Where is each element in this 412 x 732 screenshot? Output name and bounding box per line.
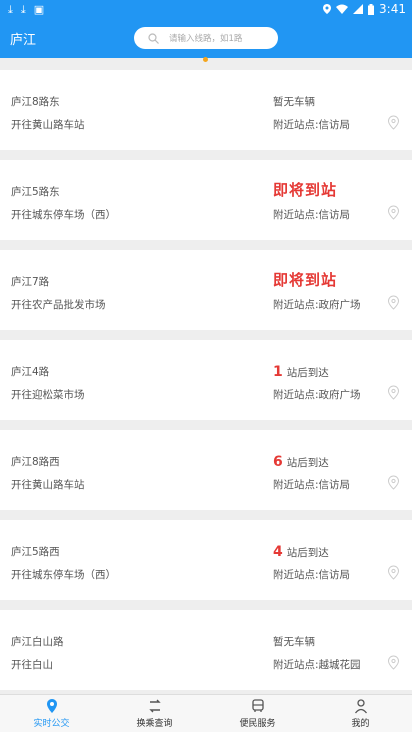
list-item[interactable]: 庐江5路东 开往城东停车场（西） 即将到站 附近站点:信访局 <box>0 160 412 240</box>
tab-realtime-bus[interactable]: 实时公交 <box>0 695 103 732</box>
destination: 开往黄山路车站 <box>11 479 85 491</box>
tab-label: 换乘查询 <box>136 719 173 729</box>
list-item[interactable]: 庐江8路西 开往黄山路车站 6 站后到达 附近站点:信访局 <box>0 430 412 510</box>
wifi-icon <box>336 4 349 14</box>
nearby-station: 附近站点:信访局 <box>273 479 351 491</box>
location-pin-icon[interactable] <box>387 565 400 580</box>
list-item[interactable]: 庐江4路 开往迎松菜市场 1 站后到达 附近站点:政府广场 <box>0 340 412 420</box>
route-name: 庐江5路西 <box>11 546 60 558</box>
download-icon: ⤓ <box>20 2 26 16</box>
arrival-status: 即将到站 <box>273 181 338 199</box>
stops-away-count: 4 <box>273 544 283 560</box>
tab-label: 便民服务 <box>239 719 276 729</box>
stops-away-label: 站后到达 <box>286 547 329 559</box>
search-input[interactable]: 请输入线路，如1路 <box>134 27 278 49</box>
signal-icon <box>353 4 364 14</box>
destination: 开往城东停车场（西） <box>11 209 116 221</box>
arrival-status: 6 站后到达 <box>273 454 329 470</box>
tab-label: 实时公交 <box>33 719 70 729</box>
location-pin-icon[interactable] <box>387 295 400 310</box>
notification-icons: ⤓ ⤓ ▣ <box>8 4 44 15</box>
bottom-tab-bar: 实时公交 换乘查询 便民服务 我的 <box>0 694 412 732</box>
location-pin-icon[interactable] <box>387 385 400 400</box>
tab-transfer-query[interactable]: 换乘查询 <box>103 695 206 732</box>
location-pin-icon[interactable] <box>387 655 400 670</box>
bus-icon <box>251 699 264 712</box>
destination: 开往农产品批发市场 <box>11 299 106 311</box>
system-icons: 3:41 <box>323 2 406 16</box>
tab-label: 我的 <box>351 719 370 729</box>
app-header: 庐江 请输入线路，如1路 <box>0 18 412 58</box>
search-placeholder: 请输入线路，如1路 <box>169 34 243 44</box>
arrival-status: 4 站后到达 <box>273 544 329 560</box>
battery-icon <box>368 3 375 15</box>
destination: 开往黄山路车站 <box>11 119 85 131</box>
transfer-icon <box>148 699 161 713</box>
arrival-status: 暂无车辆 <box>273 636 315 648</box>
person-icon <box>354 699 367 714</box>
destination: 开往白山 <box>11 659 53 671</box>
city-selector[interactable]: 庐江 <box>10 29 120 48</box>
route-name: 庐江4路 <box>11 366 50 378</box>
stops-away-label: 站后到达 <box>286 457 329 469</box>
tab-services[interactable]: 便民服务 <box>206 695 309 732</box>
destination: 开往迎松菜市场 <box>11 389 85 401</box>
status-bar: ⤓ ⤓ ▣ 3:41 <box>0 0 412 18</box>
nearby-station: 附近站点:政府广场 <box>273 389 361 401</box>
nearby-station: 附近站点:越城花园 <box>273 659 361 671</box>
search-icon <box>148 32 159 44</box>
arrival-status: 暂无车辆 <box>273 96 315 108</box>
location-pin-icon[interactable] <box>387 205 400 220</box>
page-indicator-dot <box>203 57 208 62</box>
stops-away-label: 站后到达 <box>286 367 329 379</box>
tab-mine[interactable]: 我的 <box>309 695 412 732</box>
location-pin-icon[interactable] <box>387 115 400 130</box>
nearby-station: 附近站点:信访局 <box>273 119 351 131</box>
image-icon: ▣ <box>33 2 45 16</box>
route-name: 庐江8路东 <box>11 96 60 108</box>
nearby-station: 附近站点:信访局 <box>273 569 351 581</box>
nearby-station: 附近站点:信访局 <box>273 209 351 221</box>
list-item[interactable]: 庐江5路西 开往城东停车场（西） 4 站后到达 附近站点:信访局 <box>0 520 412 600</box>
route-name: 庐江白山路 <box>11 636 64 648</box>
nearby-station: 附近站点:政府广场 <box>273 299 361 311</box>
location-icon <box>46 699 57 713</box>
route-name: 庐江7路 <box>11 276 50 288</box>
list-item[interactable]: 庐江白山路 开往白山 暂无车辆 附近站点:越城花园 <box>0 610 412 690</box>
list-item[interactable]: 庐江8路东 开往黄山路车站 暂无车辆 附近站点:信访局 <box>0 70 412 150</box>
download-icon: ⤓ <box>8 2 13 16</box>
stops-away-count: 6 <box>273 454 283 470</box>
arrival-status: 即将到站 <box>273 271 338 289</box>
destination: 开往城东停车场（西） <box>11 569 116 581</box>
route-name: 庐江5路东 <box>11 186 60 198</box>
route-name: 庐江8路西 <box>11 456 60 468</box>
arrival-status: 1 站后到达 <box>273 364 329 380</box>
list-item[interactable]: 庐江7路 开往农产品批发市场 即将到站 附近站点:政府广场 <box>0 250 412 330</box>
stops-away-count: 1 <box>273 364 283 380</box>
location-icon <box>323 4 332 14</box>
status-time: 3:41 <box>379 2 406 16</box>
location-pin-icon[interactable] <box>387 475 400 490</box>
